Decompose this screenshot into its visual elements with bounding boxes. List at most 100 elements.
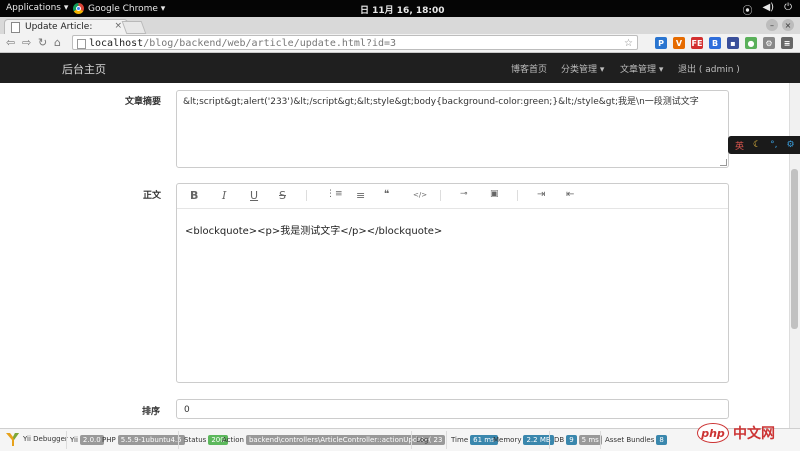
punctuation-icon[interactable]: °, <box>770 140 777 150</box>
debugger-label[interactable]: Yii Debugger <box>23 435 68 443</box>
debug-time[interactable]: Time 61 ms <box>451 435 498 445</box>
debug-log[interactable]: Log 23 <box>416 435 446 445</box>
link-icon[interactable]: ⊸ <box>460 189 468 199</box>
code-icon[interactable]: </> <box>413 191 427 199</box>
order-label: 排序 <box>142 407 161 417</box>
strikethrough-icon[interactable]: S <box>279 189 286 202</box>
content-editor[interactable]: B I U S ⋮≡ ≡ ❝ </> ⊸ ▣ ⇥ ⇤ <blockquote><… <box>176 183 729 383</box>
ime-language-toggle[interactable]: 英 <box>735 139 744 152</box>
debug-divider <box>600 431 601 449</box>
status-label: Status <box>184 436 207 444</box>
applications-menu[interactable]: Applications ▾ <box>6 3 68 13</box>
nav-article-manage[interactable]: 文章管理 ▾ <box>620 62 663 75</box>
image-icon[interactable]: ▣ <box>490 189 499 199</box>
reload-icon[interactable]: ↻ <box>38 36 47 49</box>
new-tab-button[interactable] <box>121 21 147 34</box>
square-ext-icon[interactable]: ▪ <box>727 37 739 49</box>
caret-down-icon: ▾ <box>658 65 664 75</box>
tab-title: Update Article: <box>25 22 93 32</box>
active-app-menu[interactable]: Google Chrome ▾ <box>73 3 165 14</box>
browser-tab[interactable]: Update Article: × <box>4 19 128 34</box>
debug-memory[interactable]: Memory 2.2 MB <box>493 435 554 445</box>
url-host: localhost <box>89 38 144 49</box>
assets-label: Asset Bundles <box>605 436 655 444</box>
page-content: 文章摘要 &lt;script&gt;alert('233')&lt;/scri… <box>0 83 790 428</box>
nav-logout[interactable]: 退出 ( admin ) <box>678 62 740 75</box>
debug-yii-version[interactable]: Yii 2.0.0 <box>70 435 104 445</box>
yii-version-badge: 2.0.0 <box>79 435 104 445</box>
caret-down-icon: ▾ <box>599 65 605 75</box>
editor-toolbar: B I U S ⋮≡ ≡ ❝ </> ⊸ ▣ ⇥ ⇤ <box>177 184 728 209</box>
watermark-php-logo: php <box>697 423 729 443</box>
page-icon <box>11 21 20 33</box>
debug-divider <box>549 431 550 449</box>
nav-label: 文章管理 <box>620 65 657 75</box>
baidu-ext-icon[interactable]: B <box>709 37 721 49</box>
yii-logo-icon <box>6 433 19 446</box>
yii-label: Yii <box>70 436 78 444</box>
order-input[interactable]: 0 <box>176 399 729 419</box>
log-badge: 23 <box>430 435 446 445</box>
address-bar[interactable]: localhost/blog/backend/web/article/updat… <box>72 35 638 50</box>
scrollbar-thumb[interactable] <box>791 169 798 329</box>
site-navbar: 后台主页 博客首页 分类管理 ▾ 文章管理 ▾ 退出 ( admin ) <box>0 53 800 83</box>
outdent-icon[interactable]: ⇤ <box>566 189 574 200</box>
debug-php-version[interactable]: PHP 5.5.9-1ubuntu4.5 <box>102 435 185 445</box>
vk-ext-icon[interactable]: V <box>673 37 685 49</box>
forward-icon[interactable]: ⇨ <box>22 36 31 49</box>
page-info-icon[interactable] <box>77 39 86 49</box>
db-count-badge: 9 <box>566 435 577 445</box>
assets-badge: 8 <box>656 435 667 445</box>
paypal-ext-icon[interactable]: P <box>655 37 667 49</box>
resize-handle[interactable] <box>720 159 727 166</box>
indent-icon[interactable]: ⇥ <box>537 189 545 200</box>
nav-category-manage[interactable]: 分类管理 ▾ <box>561 62 604 75</box>
time-label: Time <box>451 436 469 444</box>
blockquote-icon[interactable]: ❝ <box>384 189 389 200</box>
php-label: PHP <box>102 436 116 444</box>
system-tray[interactable]: ⦿ ◀) ⏻ <box>742 2 792 17</box>
debug-asset-bundles[interactable]: Asset Bundles 8 <box>605 435 667 445</box>
ordered-list-icon[interactable]: ⋮≡ <box>326 189 343 199</box>
debug-divider <box>178 431 179 449</box>
nav-label: 退出 ( admin ) <box>678 65 740 75</box>
active-app-label: Google Chrome ▾ <box>88 3 166 14</box>
clock[interactable]: 日 11月 16, 18:00 <box>360 3 445 16</box>
bold-icon[interactable]: B <box>190 189 198 202</box>
volume-icon: ◀) <box>762 2 775 13</box>
underline-icon[interactable]: U <box>250 189 258 202</box>
page-scrollbar[interactable] <box>789 83 800 428</box>
circle-ext-icon[interactable]: ● <box>745 37 757 49</box>
settings-icon[interactable]: ⚙ <box>786 140 794 150</box>
url-path: /blog/backend/web/article/update.html?id… <box>143 38 397 49</box>
summary-textarea[interactable]: &lt;script&gt;alert('233')&lt;/script&gt… <box>176 90 729 168</box>
gear-ext-icon[interactable]: ⚙ <box>763 37 775 49</box>
menu-icon[interactable]: ≡ <box>781 37 793 49</box>
moon-icon[interactable]: ☾ <box>753 140 761 150</box>
network-icon: ⦿ <box>742 6 753 17</box>
minimize-icon[interactable]: – <box>766 19 778 31</box>
toolbar-divider <box>517 190 518 201</box>
unordered-list-icon[interactable]: ≡ <box>356 189 365 202</box>
nav-label: 分类管理 <box>561 65 598 75</box>
content-label: 正文 <box>143 191 162 201</box>
fe-ext-icon[interactable]: FE <box>691 37 703 49</box>
debug-db[interactable]: DB 9 5 ms <box>554 435 602 445</box>
php-version-badge: 5.5.9-1ubuntu4.5 <box>117 435 185 445</box>
navbar-brand[interactable]: 后台主页 <box>62 61 106 77</box>
window-controls: – × <box>766 19 794 31</box>
tab-close-icon[interactable]: × <box>114 21 122 31</box>
home-icon[interactable]: ⌂ <box>54 36 61 49</box>
db-time-badge: 5 ms <box>578 435 602 445</box>
debug-divider <box>446 431 447 449</box>
bookmark-star-icon[interactable]: ☆ <box>624 36 633 51</box>
debug-action[interactable]: Action backend\controllers\ArticleControl… <box>222 435 438 445</box>
ime-toolbar: 英 ☾ °, ⚙ <box>728 136 800 154</box>
close-window-icon[interactable]: × <box>782 19 794 31</box>
back-icon[interactable]: ⇦ <box>6 36 15 49</box>
action-label: Action <box>222 436 244 444</box>
nav-blog-home[interactable]: 博客首页 <box>511 62 547 75</box>
editor-content[interactable]: <blockquote><p>我是测试文字</p></blockquote> <box>185 222 442 237</box>
italic-icon[interactable]: I <box>222 189 226 202</box>
watermark-site-name: 中文网 <box>733 426 775 442</box>
